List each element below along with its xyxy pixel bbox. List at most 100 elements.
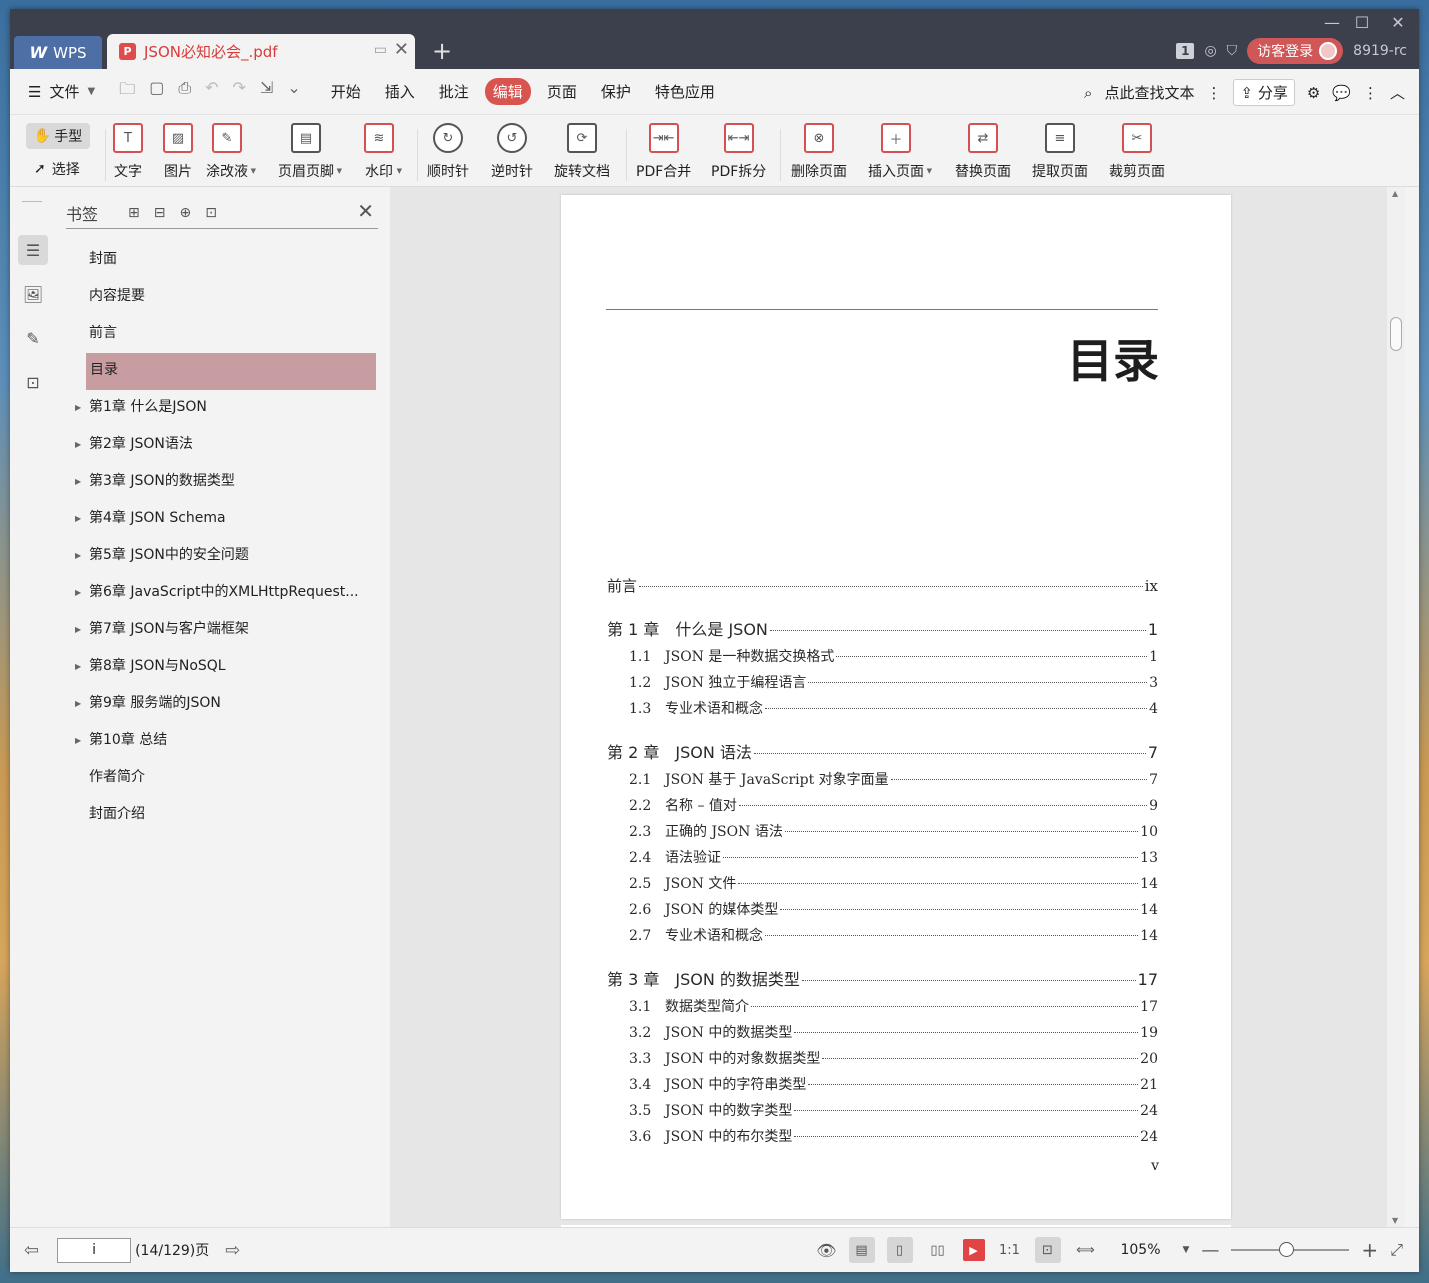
expand-arrow-icon[interactable]: ▶ [75,686,81,721]
toc-entry[interactable]: 2.1 JSON 基于 JavaScript 对象字面量 7 [607,769,1158,789]
tab-document[interactable]: P JSON必知必会_.pdf ▭ ✕ [107,34,415,69]
collapse-all-icon[interactable]: ⊟ [154,205,166,221]
zoom-slider[interactable] [1231,1242,1350,1257]
zoom-slider-knob[interactable] [1279,1242,1295,1257]
toc-entry[interactable]: 前言 ix [607,575,1158,596]
ribbon-button-4[interactable]: ≋ 水印 ▼ [364,123,402,181]
bookmark-item[interactable]: ▶ 第10章 总结 [66,723,378,760]
eye-protect-icon[interactable]: 👁 [816,1241,836,1260]
gear-icon[interactable]: ⚙ [1307,84,1320,102]
fullscreen-icon[interactable]: ⤢ [1390,1240,1403,1260]
search-text-button[interactable]: 点此查找文本 [1104,82,1194,103]
next-page-icon[interactable]: ⇨ [225,1240,240,1261]
toc-entry[interactable]: 3.5 JSON 中的数字类型 24 [607,1100,1158,1120]
hand-tool-button[interactable]: ✋ 手型 [26,123,90,149]
expand-arrow-icon[interactable]: ▶ [75,538,81,573]
close-icon[interactable]: ✕ [357,199,374,223]
zoom-dropdown-icon[interactable]: ▼ [1183,1245,1190,1255]
expand-arrow-icon[interactable]: ▶ [75,649,81,684]
zoom-level[interactable]: 105% [1111,1242,1171,1258]
annotation-panel-icon[interactable]: ✎ [18,323,48,353]
ribbon-button-9[interactable]: ⇤⇥ PDF拆分 [711,123,766,181]
document-view[interactable]: 目录 前言 ix 第 1 章 什么是 JSON 1 1.1 JSON 是一种数据交换格式 1… [390,187,1405,1227]
skin-icon[interactable]: ◎ [1204,43,1216,59]
share-button[interactable]: ⇪ 分享 [1233,79,1295,106]
two-page-view-icon[interactable]: ▯▯ [925,1237,951,1263]
toc-entry[interactable]: 3.4 JSON 中的字符串类型 21 [607,1074,1158,1094]
toc-entry[interactable]: 2.2 名称 – 值对 9 [607,795,1158,815]
zoom-out-icon[interactable]: — [1201,1240,1219,1261]
expand-arrow-icon[interactable]: ▶ [75,723,81,758]
toc-entry[interactable]: 2.7 专业术语和概念 14 [607,925,1158,945]
shirt-icon[interactable]: ⛉ [1227,43,1238,59]
close-window-icon[interactable]: ✕ [1383,13,1413,32]
expand-arrow-icon[interactable]: ▶ [75,390,81,425]
toc-entry[interactable]: 3.3 JSON 中的对象数据类型 20 [607,1048,1158,1068]
expand-arrow-icon[interactable]: ▶ [75,464,81,499]
save-icon[interactable]: ▢ [149,78,164,105]
expand-all-icon[interactable]: ⊞ [128,205,140,221]
tab-wps-home[interactable]: W WPS [14,36,102,69]
minimize-icon[interactable]: — [1317,13,1347,32]
window-count-badge[interactable]: 1 [1176,43,1195,59]
play-icon[interactable]: ▶ [962,1239,985,1261]
new-tab-button[interactable]: + [432,37,452,65]
ribbon-button-13[interactable]: ≡ 提取页面 [1032,123,1088,181]
bookmark-item[interactable]: ▶ 第2章 JSON语法 [66,427,378,464]
expand-arrow-icon[interactable]: ▶ [75,612,81,647]
menu-item-1[interactable]: 插入 [377,78,423,105]
scrollbar-thumb[interactable] [1390,317,1402,351]
actual-size-icon[interactable]: 1:1 [997,1237,1023,1263]
bookmark-item[interactable]: ▶ 第3章 JSON的数据类型 [66,464,378,501]
open-folder-icon[interactable]: 🗀 [119,78,135,105]
maximize-icon[interactable]: ☐ [1347,13,1377,32]
toc-entry[interactable]: 第 3 章 JSON 的数据类型 17 [607,966,1158,990]
page-number-input[interactable]: i [57,1237,132,1263]
expand-arrow-icon[interactable]: ▶ [75,575,81,610]
bookmark-item[interactable]: 封面介绍 [66,797,378,834]
bookmark-item[interactable]: 作者简介 [66,760,378,797]
single-page-view-icon[interactable]: ▯ [886,1237,913,1263]
toc-entry[interactable]: 1.2 JSON 独立于编程语言 3 [607,672,1158,692]
ribbon-button-2[interactable]: ✎ 涂改液 ▼ [206,123,256,181]
ribbon-button-12[interactable]: ⇄ 替换页面 [955,123,1011,181]
bookmark-item[interactable]: ▶ 第6章 JavaScript中的XMLHttpRequest... [66,575,378,612]
bookmark-item[interactable]: 前言 [66,316,378,353]
toc-entry[interactable]: 3.1 数据类型简介 17 [607,996,1158,1016]
ribbon-button-6[interactable]: ↺ 逆时针 [491,123,533,181]
bookmark-item[interactable]: ▶ 第4章 JSON Schema [66,501,378,538]
toc-entry[interactable]: 3.6 JSON 中的布尔类型 24 [607,1126,1158,1146]
image-panel-icon[interactable]: ⊡ [18,367,48,397]
toc-entry[interactable]: 3.2 JSON 中的数据类型 19 [607,1022,1158,1042]
undo-icon[interactable]: ↶ [205,78,218,105]
expand-arrow-icon[interactable]: ▶ [75,501,81,536]
ribbon-button-1[interactable]: ▨ 图片 [163,123,193,181]
ribbon-button-8[interactable]: ⇥⇤ PDF合并 [636,123,691,181]
menu-item-6[interactable]: 特色应用 [647,78,723,105]
toc-entry[interactable]: 第 2 章 JSON 语法 7 [607,739,1158,763]
ribbon-button-11[interactable]: ＋ 插入页面 ▼ [868,123,932,181]
scroll-down-icon[interactable]: ▼ [1392,1216,1398,1225]
toc-entry[interactable]: 第 1 章 什么是 JSON 1 [607,616,1158,640]
toc-entry[interactable]: 2.5 JSON 文件 14 [607,873,1158,893]
kebab-menu-icon[interactable]: ⋮ [1363,84,1378,102]
bookmark-item[interactable]: ▶ 第9章 服务端的JSON [66,686,378,723]
export-icon[interactable]: ⇲ [260,78,273,105]
toc-entry[interactable]: 1.1 JSON 是一种数据交换格式 1 [607,646,1158,666]
thumbnail-panel-icon[interactable]: 🖼 [18,279,48,309]
more-vertical-icon[interactable]: ⋮ [1206,84,1221,102]
menu-item-2[interactable]: 批注 [431,78,477,105]
visitor-login-button[interactable]: 访客登录 [1247,38,1344,64]
ribbon-button-3[interactable]: ▤ 页眉页脚 ▼ [278,123,342,181]
bookmark-item[interactable]: 封面 [66,242,378,279]
bookmark-item[interactable]: ▶ 第8章 JSON与NoSQL [66,649,378,686]
redo-icon[interactable]: ↷ [233,78,246,105]
toc-entry[interactable]: 1.3 专业术语和概念 4 [607,698,1158,718]
menu-item-5[interactable]: 保护 [593,78,639,105]
bookmark-item[interactable]: 内容提要 [66,279,378,316]
menu-item-3[interactable]: 编辑 [484,78,531,105]
toc-entry[interactable]: 2.6 JSON 的媒体类型 14 [607,899,1158,919]
close-tab-icon[interactable]: ✕ [394,39,409,60]
print-icon[interactable]: ⎙ [178,78,191,105]
select-tool-button[interactable]: ➚ 选择 [34,159,80,179]
